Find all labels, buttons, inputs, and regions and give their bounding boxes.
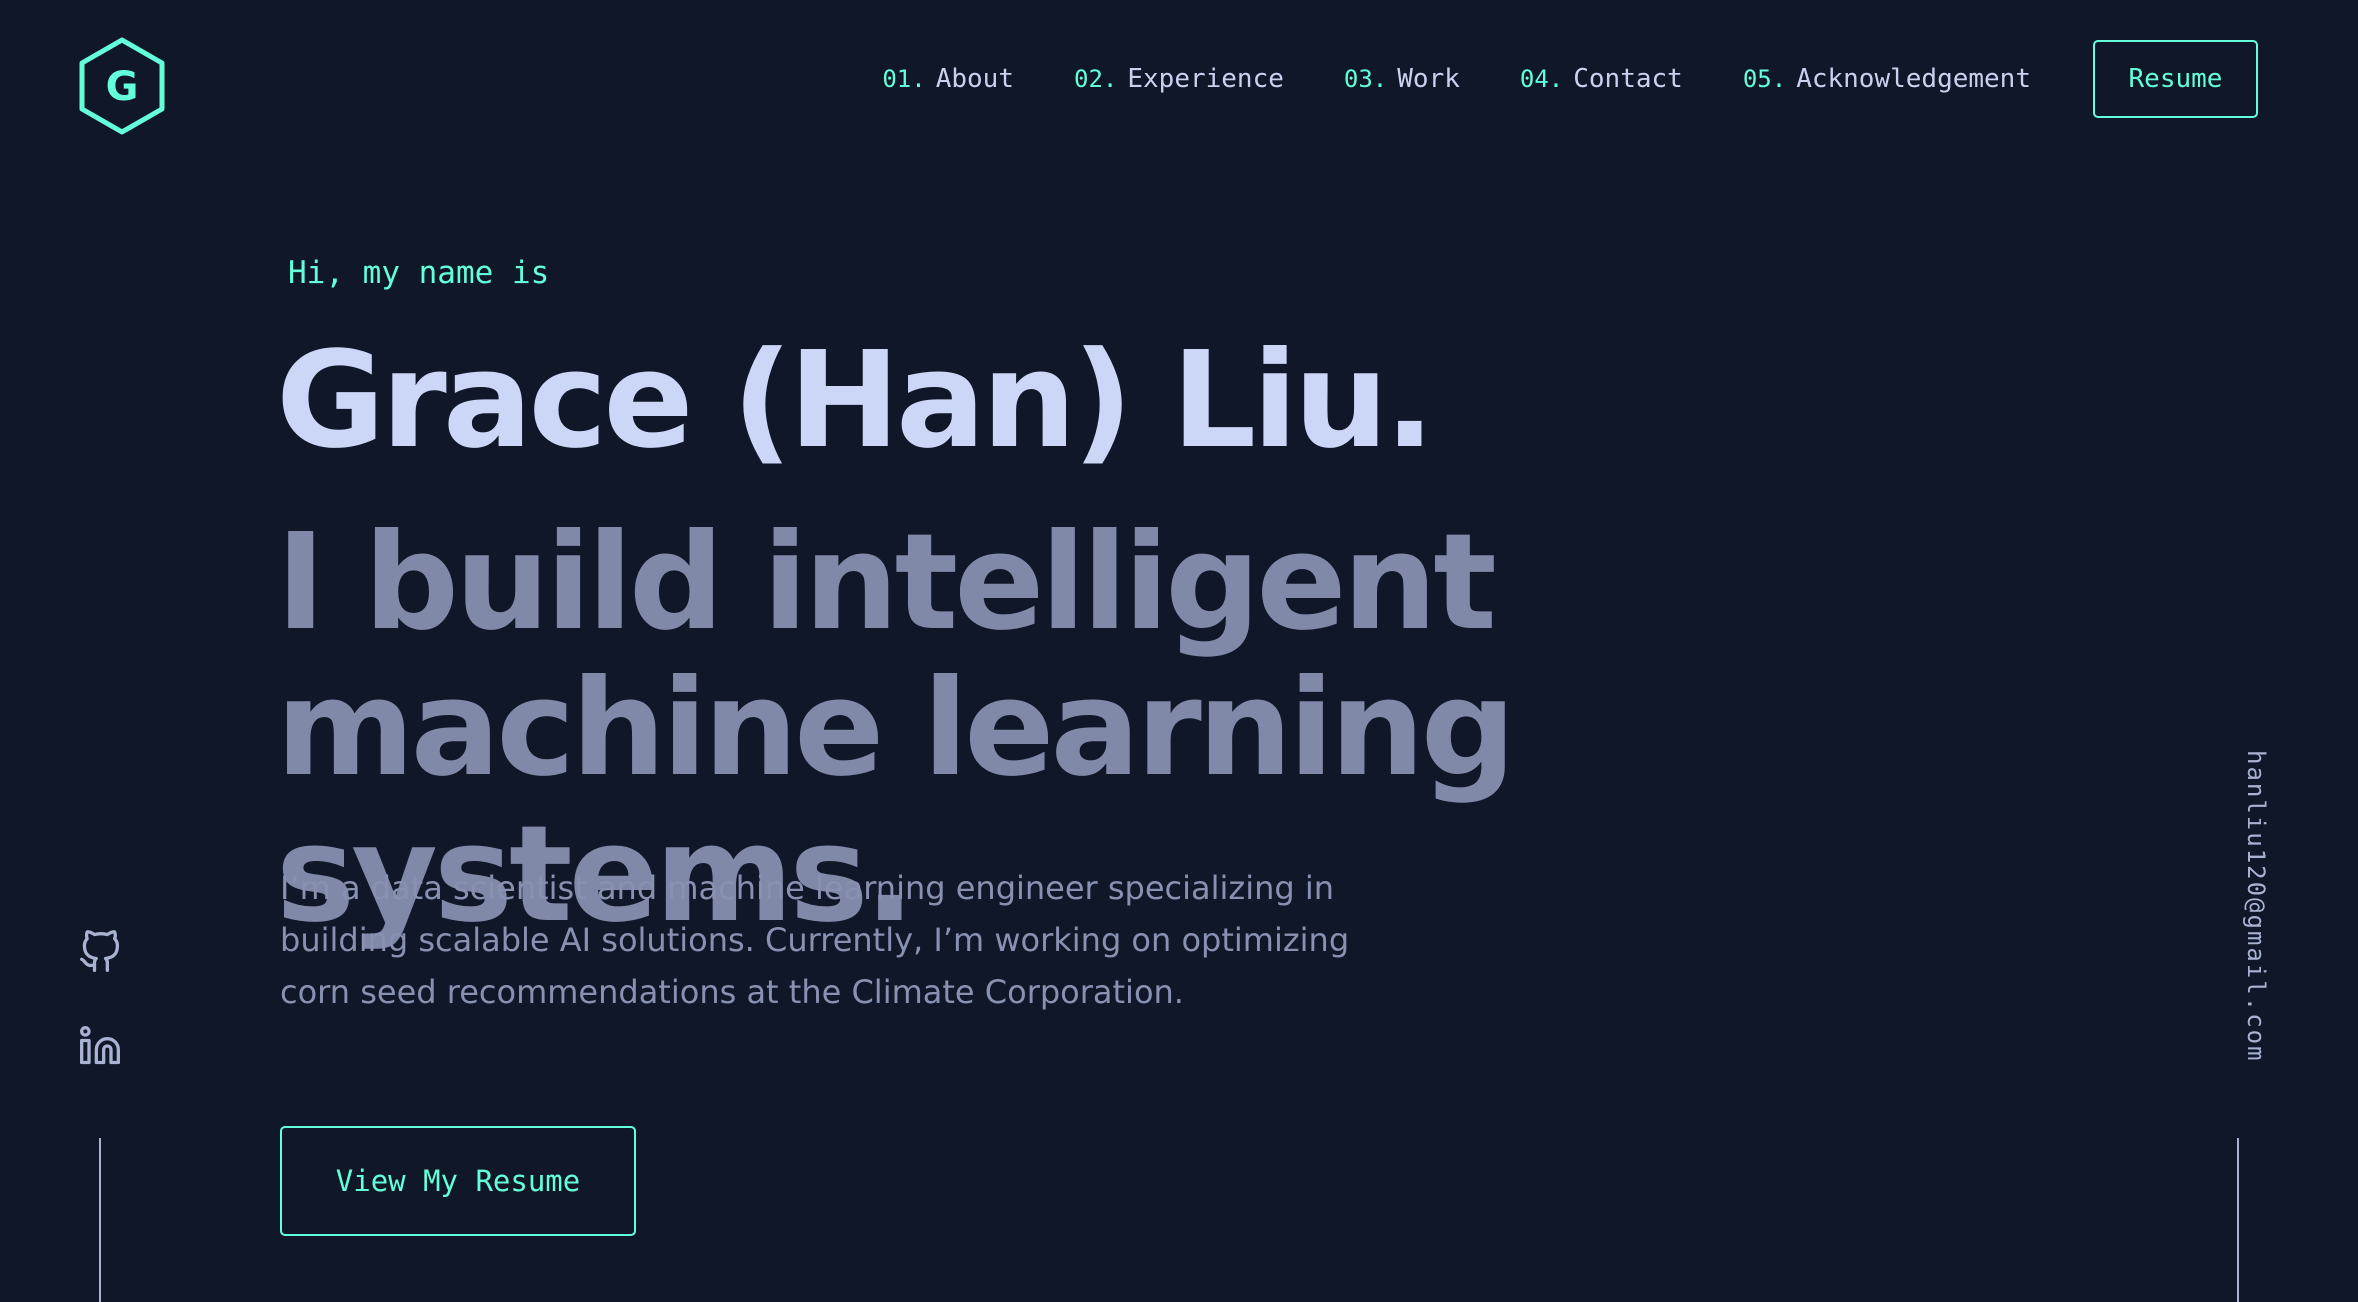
- greeting-text: Hi, my name is: [288, 255, 550, 291]
- nav-item-label: Experience: [1127, 64, 1284, 94]
- main-nav: 01. About 02. Experience 03. Work 04. Contac…: [882, 40, 2258, 118]
- nav-item-contact[interactable]: 04. Contact: [1520, 64, 1683, 94]
- github-link[interactable]: [78, 930, 122, 974]
- left-divider-line: [99, 1138, 101, 1302]
- nav-item-number: 03.: [1343, 65, 1388, 93]
- linkedin-link[interactable]: [78, 1024, 122, 1068]
- view-resume-button[interactable]: View My Resume: [280, 1126, 636, 1236]
- github-icon: [80, 930, 120, 972]
- hero-name: Grace (Han) Liu.: [276, 324, 1435, 478]
- email-link[interactable]: hanliu120@gmail.com: [2236, 750, 2270, 1063]
- logo-letter: G: [106, 64, 139, 110]
- nav-item-label: Acknowledgement: [1796, 64, 2031, 94]
- nav-item-number: 01.: [882, 65, 926, 93]
- nav-item-label: Contact: [1573, 64, 1683, 94]
- nav-item-number: 04.: [1519, 65, 1564, 93]
- nav-item-label: About: [935, 64, 1014, 94]
- nav-item-work[interactable]: 03. Work: [1344, 64, 1460, 94]
- nav-item-experience[interactable]: 02. Experience: [1074, 64, 1284, 94]
- right-divider-line: [2237, 1138, 2239, 1302]
- resume-button[interactable]: Resume: [2093, 40, 2258, 118]
- social-links: [78, 930, 122, 1118]
- nav-item-about[interactable]: 01. About: [882, 64, 1014, 94]
- nav-item-acknowledgement[interactable]: 05. Acknowledgement: [1743, 64, 2031, 94]
- nav-item-number: 02.: [1074, 65, 1118, 93]
- linkedin-icon: [80, 1026, 120, 1065]
- hero-intro: I’m a data scientist and machine learnin…: [280, 869, 1350, 1011]
- nav-item-number: 05.: [1742, 65, 1787, 93]
- nav-item-label: Work: [1397, 64, 1460, 94]
- hexagon-logo-icon: G: [79, 37, 165, 135]
- home-logo-link[interactable]: G: [76, 36, 168, 136]
